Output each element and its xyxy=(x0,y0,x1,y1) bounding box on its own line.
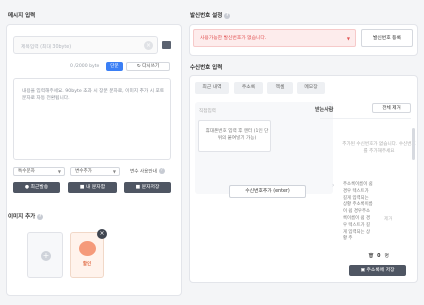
help-icon[interactable]: ? xyxy=(37,213,44,220)
tab-recent[interactable]: 최근 내역 xyxy=(195,82,229,94)
save-icon[interactable] xyxy=(162,41,171,49)
save-message-button[interactable]: ■ 문자저장 xyxy=(124,182,171,193)
message-input-title: 메시지 입력 xyxy=(8,13,36,19)
variable-guide[interactable]: 변수 사용안내? xyxy=(130,168,165,175)
clear-icon[interactable]: × xyxy=(144,41,153,50)
subject-input[interactable]: 제목입력 (최대 30byte) × xyxy=(13,36,158,54)
recent-sent-button[interactable]: ● 최근발송 xyxy=(13,182,60,193)
tab-addressbook[interactable]: 주소록 xyxy=(234,82,263,94)
list-scrollbar[interactable] xyxy=(412,128,415,160)
rewrite-button[interactable]: ↻ 다시쓰기 xyxy=(126,62,170,71)
add-image-slot[interactable]: + xyxy=(27,232,63,278)
sender-title: 발신번호 설정? xyxy=(190,12,231,19)
short-message-button[interactable]: 단문 xyxy=(106,62,123,71)
trash-icon[interactable]: 🗑 xyxy=(368,254,374,259)
image-add-title: 이미지 추가? xyxy=(8,213,44,220)
save-to-addressbook-button[interactable]: ▣ 주소록에 저장 xyxy=(349,265,406,276)
receiver-input-hint: 휴대폰번호 입력 후 엔터 (1인 단위의 붙여넣기 가능) xyxy=(205,129,269,141)
receiver-list-item: 주소록이름이 쉼 경우 텍스트가 길게 입력되는 상황 주소록이름이 쉼 경우주… xyxy=(343,182,373,242)
peach-image xyxy=(79,241,96,256)
tab-excel[interactable]: 엑셀 xyxy=(267,82,293,94)
subject-placeholder: 제목입력 (최대 30byte) xyxy=(21,45,72,50)
remove-link[interactable]: 제거 xyxy=(384,216,392,222)
receivers-title: 받는사람 xyxy=(315,107,334,113)
message-textarea[interactable]: 내용을 입력해주세요. 90byte 초과 시 장문 문자로, 이미지 추가 시… xyxy=(13,78,171,160)
receiver-title: 수신번호 입력 xyxy=(190,65,223,71)
empty-state-text: 추가된 수신번호가 없습니다. 수신번호를 추가해주세요 xyxy=(342,142,416,154)
my-messages-button[interactable]: ■ 내 문자함 xyxy=(68,182,117,193)
plus-icon: + xyxy=(41,251,51,261)
variable-select[interactable]: 변수추가 ▼ xyxy=(70,167,120,176)
image-thumbnail[interactable]: 할인 xyxy=(70,232,104,278)
register-sender-button[interactable]: 발신번호 등록 xyxy=(361,29,413,47)
special-char-select[interactable]: 특수문자 ▼ xyxy=(13,167,65,176)
direct-input-label: 직접입력 xyxy=(199,109,216,114)
byte-counter: 0 /2000 byte xyxy=(70,64,100,69)
add-receiver-button[interactable]: 수신번호추가 (enter) xyxy=(229,185,306,198)
receiver-number-input[interactable]: 휴대폰번호 입력 후 엔터 (1인 단위의 붙여넣기 가능) xyxy=(198,120,271,152)
tab-memo[interactable]: 메모장 xyxy=(297,82,325,94)
sender-select[interactable]: 사용가능한 발신번호가 없습니다. ▼ xyxy=(193,29,356,47)
thumbnail-label: 할인 xyxy=(82,262,92,267)
receiver-count: 🗑 0명 xyxy=(368,254,389,259)
help-icon[interactable]: ? xyxy=(224,12,231,19)
message-placeholder: 내용을 입력해주세요. 90byte 초과 시 장문 문자로, 이미지 추가 시… xyxy=(22,89,165,101)
close-icon[interactable]: × xyxy=(97,229,107,239)
delete-all-button[interactable]: 전체 제거 xyxy=(372,103,411,113)
